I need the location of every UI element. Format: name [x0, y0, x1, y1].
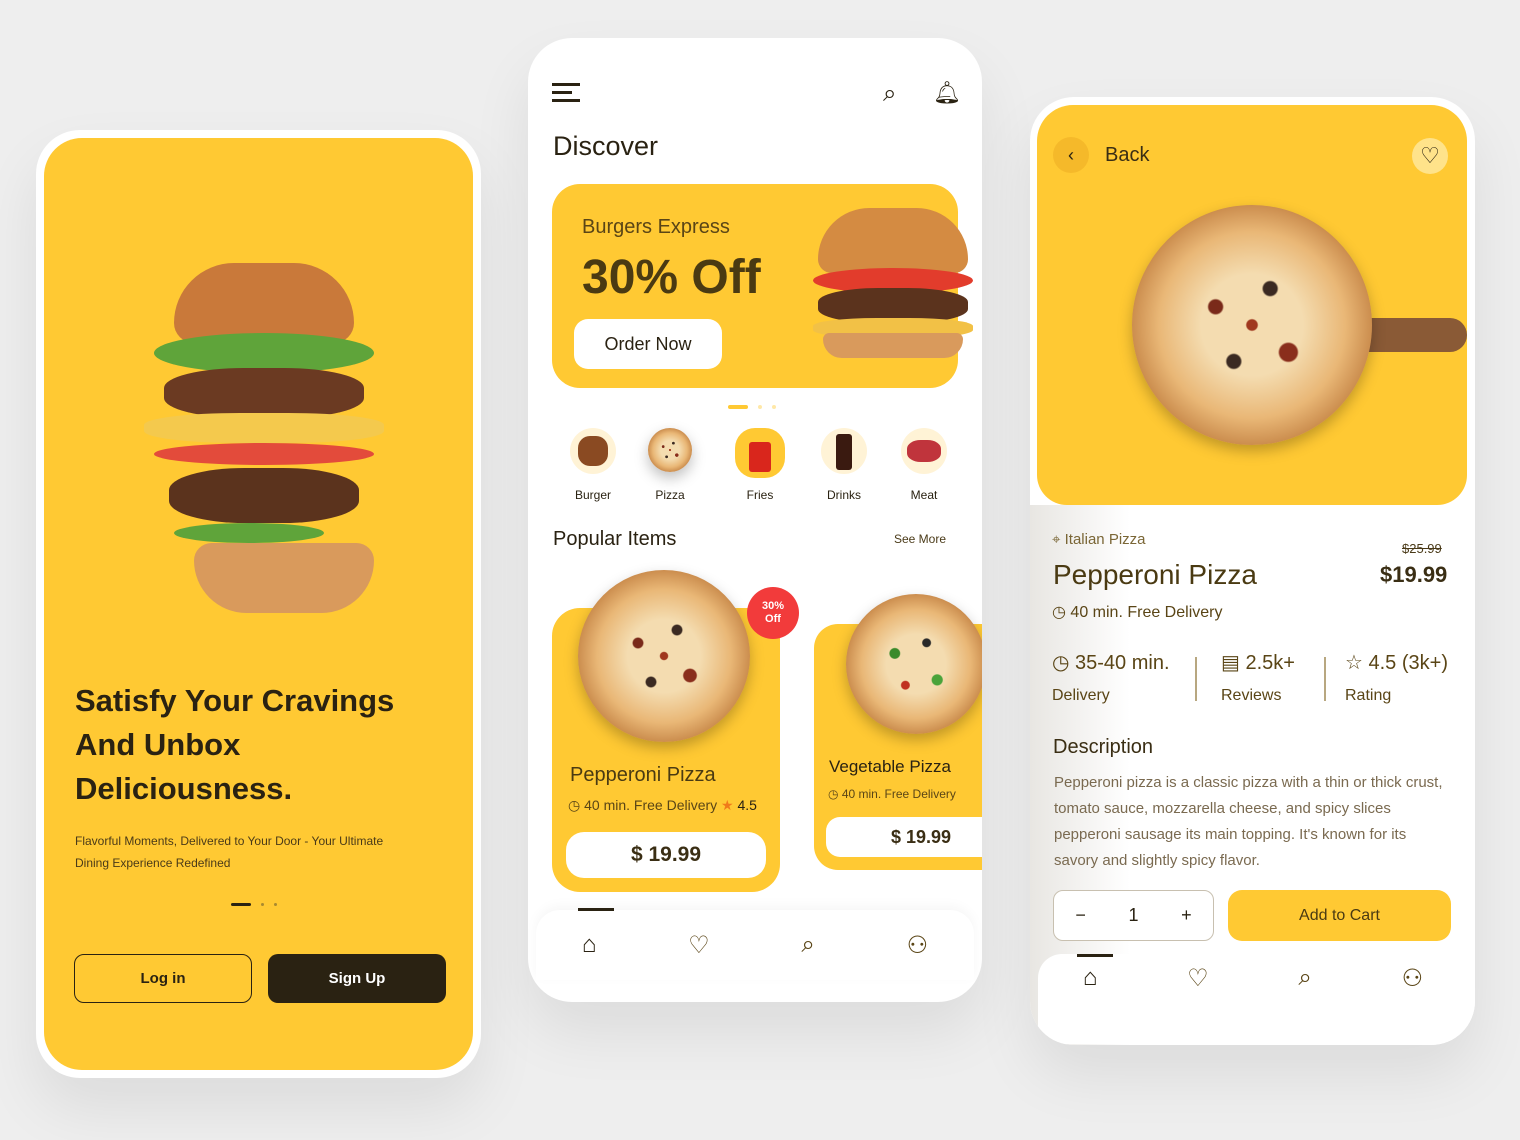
banner-subtitle: Burgers Express — [582, 216, 730, 238]
category-meat[interactable]: Meat — [889, 428, 959, 502]
item-delivery: 40 min. Free Delivery — [584, 797, 718, 813]
heart-icon[interactable]: ♡ — [1187, 964, 1209, 993]
item-price-button[interactable]: $ 19.99 — [826, 817, 982, 857]
category-label: Drinks — [826, 488, 861, 502]
quantity-stepper: − 1 + — [1053, 890, 1214, 941]
search-icon[interactable]: ⌕ — [801, 931, 814, 959]
detail-category: ⌖ Italian Pizza — [1052, 531, 1146, 548]
star-icon: ★ — [721, 797, 734, 813]
category-list: Burger Pizza Fries Drinks Meat — [558, 428, 958, 508]
order-now-button[interactable]: Order Now — [574, 319, 722, 369]
product-name: Pepperoni Pizza — [1053, 559, 1257, 590]
onboarding-screen: Satisfy Your Cravings And Unbox Deliciou… — [36, 130, 481, 1078]
login-button[interactable]: Log in — [74, 954, 252, 1003]
banner-burger-image — [813, 208, 973, 358]
detail-screen: ‹ Back ♡ ⌖ Italian Pizza $25.99 Pepperon… — [1030, 97, 1475, 1045]
decrease-button[interactable]: − — [1075, 905, 1086, 926]
stat-rating: ☆ 4.5 (3k+) Rating — [1345, 650, 1448, 705]
clock-icon: ◷ — [1052, 652, 1070, 674]
bell-icon[interactable]: 🔔︎ — [933, 80, 961, 106]
stat-value: 4.5 (3k+) — [1368, 652, 1448, 674]
clock-icon: ◷ — [568, 797, 581, 813]
home-icon[interactable]: ⌂ — [1083, 964, 1098, 992]
stat-value: 2.5k+ — [1245, 652, 1295, 674]
signup-button[interactable]: Sign Up — [268, 954, 446, 1003]
location-pin-icon: ⌖ — [1052, 531, 1061, 548]
heart-icon[interactable]: ♡ — [688, 931, 710, 960]
badge-line: Off — [765, 613, 781, 625]
stat-reviews: ▤ 2.5k+ Reviews — [1221, 650, 1295, 705]
category-label: Pizza — [655, 488, 685, 502]
item-delivery: 40 min. Free Delivery — [841, 787, 956, 801]
detail-pizza-image — [1132, 205, 1372, 445]
chat-icon: ▤ — [1221, 652, 1240, 674]
old-price: $25.99 — [1402, 541, 1442, 556]
headline-line: Satisfy Your Cravings — [75, 683, 395, 718]
banner-pagination — [728, 405, 776, 409]
clock-icon: ◷ — [1052, 604, 1066, 621]
star-icon: ☆ — [1345, 652, 1363, 674]
see-more-link[interactable]: See More — [894, 532, 946, 546]
search-icon[interactable]: ⌕ — [1298, 964, 1311, 992]
delivery-text: 40 min. Free Delivery — [1070, 604, 1223, 621]
back-label: Back — [1105, 143, 1150, 166]
stat-label: Reviews — [1221, 687, 1282, 704]
vegetable-pizza-image — [846, 594, 982, 734]
category-drinks[interactable]: Drinks — [809, 428, 879, 502]
page-title: Discover — [553, 131, 659, 161]
stat-label: Delivery — [1052, 687, 1110, 704]
item-meta: ◷ 40 min. Free Delivery — [828, 787, 956, 801]
item-price-button[interactable]: $ 19.99 — [566, 832, 766, 878]
item-rating: 4.5 — [737, 797, 757, 813]
add-to-cart-button[interactable]: Add to Cart — [1228, 890, 1451, 941]
category-fries[interactable]: Fries — [725, 428, 795, 502]
category-label: Burger — [574, 488, 612, 502]
category-label: Meat — [910, 488, 938, 502]
user-icon[interactable]: ⚇ — [1402, 964, 1424, 993]
description-text: Pepperoni pizza is a classic pizza with … — [1054, 774, 1443, 869]
bottom-nav: ⌂ ♡ ⌕ ⚇ — [536, 908, 974, 980]
product-price: $19.99 — [1380, 562, 1448, 587]
favorite-heart-icon[interactable]: ♡ — [1412, 138, 1448, 174]
detail-hero: ‹ Back ♡ — [1037, 105, 1467, 505]
subtitle-line: Flavorful Moments, Delivered to Your Doo… — [75, 834, 384, 848]
category-burger[interactable]: Burger — [558, 428, 628, 502]
discover-screen: ⌕ 🔔︎ Discover Burgers Express 30% Off Or… — [528, 38, 982, 1002]
stat-delivery: ◷ 35-40 min. Delivery — [1052, 650, 1170, 705]
onboarding-background: Satisfy Your Cravings And Unbox Deliciou… — [44, 138, 473, 1070]
menu-icon[interactable] — [552, 83, 582, 103]
category-label: Fries — [746, 488, 774, 502]
item-name: Vegetable Pizza — [829, 757, 951, 776]
burger-illustration — [144, 263, 384, 623]
bottom-nav: ⌂ ♡ ⌕ ⚇ — [1038, 954, 1468, 1044]
back-button[interactable]: ‹ Back — [1053, 137, 1149, 173]
description-title: Description — [1053, 736, 1154, 758]
category-label: Italian Pizza — [1064, 531, 1146, 548]
chevron-left-icon: ‹ — [1053, 137, 1089, 173]
subtitle-line: Dining Experience Redefined — [75, 856, 231, 870]
banner-headline: 30% Off — [582, 251, 761, 304]
category-pizza[interactable]: Pizza — [635, 428, 705, 502]
item-meta: ◷ 40 min. Free Delivery ★ 4.5 — [568, 797, 757, 814]
user-icon[interactable]: ⚇ — [907, 931, 929, 960]
search-icon[interactable]: ⌕ — [883, 80, 896, 108]
headline-line: Deliciousness. — [75, 771, 293, 806]
home-icon[interactable]: ⌂ — [582, 931, 597, 959]
stat-value: 35-40 min. — [1075, 652, 1170, 674]
pagination-dots — [231, 903, 277, 906]
item-name: Pepperoni Pizza — [570, 764, 716, 786]
discount-badge: 30% Off — [747, 587, 799, 639]
stat-label: Rating — [1345, 687, 1392, 704]
section-title: Popular Items — [553, 528, 677, 550]
headline-line: And Unbox — [75, 727, 241, 762]
quantity-value: 1 — [1128, 905, 1139, 925]
clock-icon: ◷ — [828, 787, 839, 801]
pepperoni-pizza-image — [578, 570, 750, 742]
increase-button[interactable]: + — [1181, 905, 1192, 926]
delivery-info: ◷ 40 min. Free Delivery — [1052, 602, 1222, 622]
badge-line: 30% — [761, 600, 785, 612]
